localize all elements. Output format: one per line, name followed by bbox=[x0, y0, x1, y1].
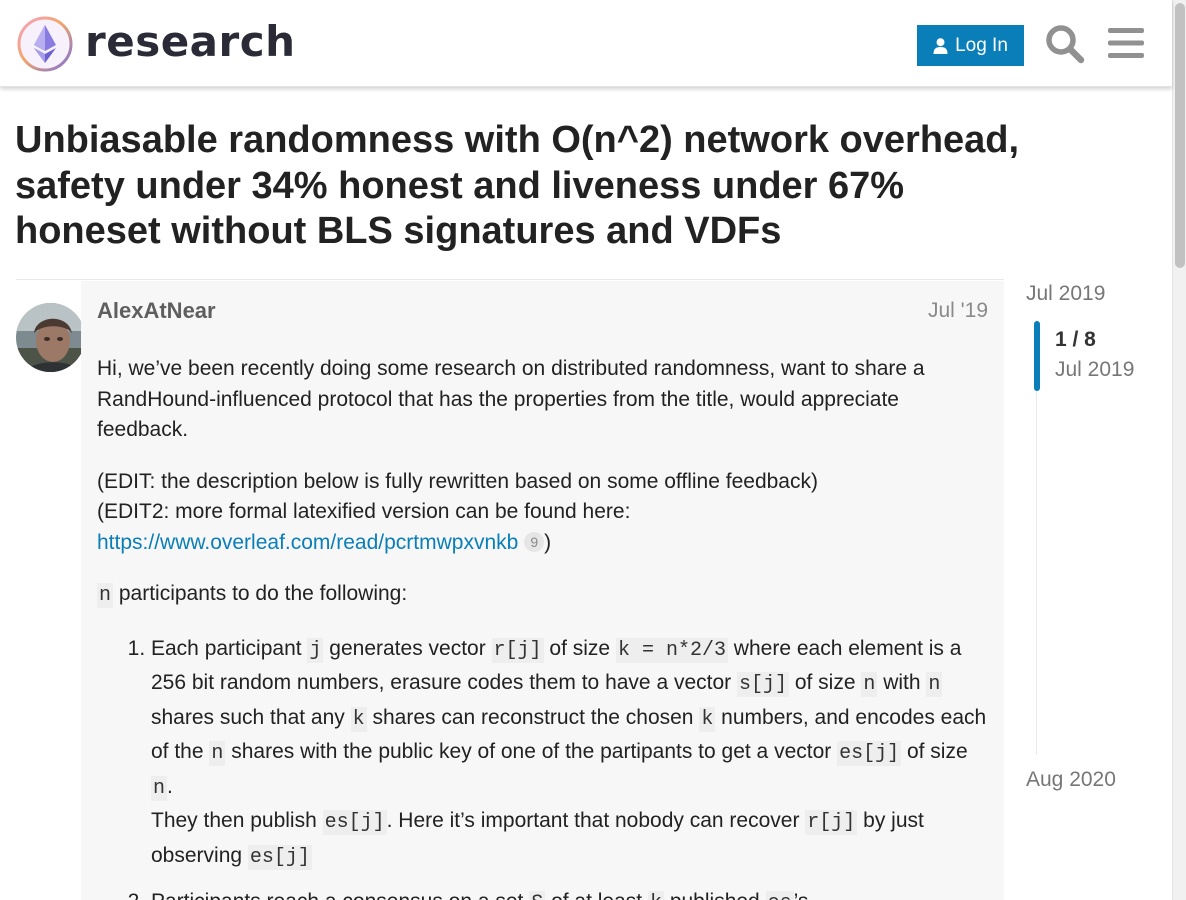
overleaf-link[interactable]: https://www.overleaf.com/read/pcrtmwpxvn… bbox=[97, 531, 518, 554]
login-button[interactable]: Log In bbox=[917, 25, 1024, 66]
timeline-end-date[interactable]: Aug 2020 bbox=[1026, 768, 1116, 792]
text: . Here it’s important that nobody can re… bbox=[386, 809, 806, 832]
text: shares can reconstruct the chosen bbox=[366, 705, 700, 729]
inline-code: n bbox=[926, 672, 943, 697]
login-label: Log In bbox=[955, 34, 1008, 56]
list-item: Each participant j generates vector r[j]… bbox=[151, 633, 992, 875]
divider bbox=[16, 279, 1004, 280]
inline-code: es bbox=[765, 891, 794, 900]
post: AlexAtNear Jul '19 Hi, we’ve been recent… bbox=[81, 281, 1004, 900]
timeline-handle[interactable] bbox=[1034, 321, 1040, 391]
site-header: research Log In bbox=[0, 0, 1172, 87]
post-paragraph-edits: (EDIT: the description below is fully re… bbox=[97, 467, 992, 559]
avatar-image bbox=[16, 303, 85, 372]
text: They then publish bbox=[151, 809, 323, 832]
text: of at least bbox=[545, 890, 648, 900]
link-click-count: 9 bbox=[524, 531, 545, 552]
text: published bbox=[664, 890, 766, 900]
hamburger-menu-icon[interactable] bbox=[1108, 26, 1144, 60]
scrollbar-thumb[interactable] bbox=[1175, 3, 1185, 268]
text: ’s. bbox=[794, 890, 815, 900]
text: . bbox=[167, 774, 173, 798]
inline-code: k bbox=[350, 706, 367, 732]
timeline-start-date[interactable]: Jul 2019 bbox=[1026, 282, 1105, 306]
inline-code: n bbox=[209, 741, 226, 766]
text: Participants reach a consensus on a set bbox=[151, 890, 529, 900]
protocol-steps: Each participant j generates vector r[j]… bbox=[151, 633, 992, 900]
post-date[interactable]: Jul '19 bbox=[928, 299, 988, 323]
text: of size bbox=[543, 636, 616, 660]
text: with bbox=[877, 671, 927, 694]
edit-note-1: (EDIT: the description below is fully re… bbox=[97, 469, 818, 493]
text: of size bbox=[901, 740, 968, 763]
avatar[interactable] bbox=[16, 303, 85, 372]
intro-text: participants to do the following: bbox=[113, 582, 408, 605]
timeline-position: 1 / 8 bbox=[1055, 328, 1096, 351]
inline-code: s[j] bbox=[736, 672, 789, 697]
inline-code: S bbox=[529, 891, 546, 900]
inline-code: n bbox=[151, 775, 168, 801]
text: of size bbox=[789, 671, 862, 694]
inline-code: es[j] bbox=[837, 741, 902, 766]
list-item: Participants reach a consensus on a set … bbox=[151, 886, 992, 900]
site-logo[interactable]: research bbox=[16, 15, 296, 73]
timeline-current-date: Jul 2019 bbox=[1055, 358, 1135, 381]
post-paragraph-intro: n participants to do the following: bbox=[97, 579, 992, 612]
inline-code: n bbox=[861, 672, 878, 697]
user-icon bbox=[933, 37, 948, 54]
inline-code: r[j] bbox=[805, 810, 858, 835]
inline-code: k = n*2/3 bbox=[615, 637, 728, 663]
text: generates vector bbox=[323, 636, 492, 660]
text: shares with the public key of one of the… bbox=[225, 740, 838, 763]
inline-code: k bbox=[699, 706, 716, 732]
inline-code: j bbox=[307, 637, 324, 663]
inline-code: k bbox=[647, 891, 664, 900]
text: shares such that any bbox=[151, 705, 351, 729]
inline-code: es[j] bbox=[322, 810, 387, 835]
post-username[interactable]: AlexAtNear bbox=[97, 298, 216, 324]
post-paragraph: Hi, we’ve been recently doing some resea… bbox=[97, 357, 925, 441]
search-icon[interactable] bbox=[1045, 24, 1085, 64]
close-paren: ) bbox=[544, 530, 552, 554]
edit-note-2: (EDIT2: more formal latexified version c… bbox=[97, 500, 631, 523]
scrollbar[interactable] bbox=[1172, 0, 1186, 900]
ethereum-research-logo-icon bbox=[17, 16, 73, 72]
inline-code: n bbox=[97, 583, 114, 608]
site-name: research bbox=[85, 17, 296, 66]
topic-title[interactable]: Unbiasable randomness with O(n^2) networ… bbox=[15, 118, 1045, 255]
post-content: Hi, we’ve been recently doing some resea… bbox=[97, 354, 992, 900]
inline-code: es[j] bbox=[247, 844, 312, 870]
inline-code: r[j] bbox=[491, 637, 544, 663]
text: Each participant bbox=[151, 636, 308, 660]
